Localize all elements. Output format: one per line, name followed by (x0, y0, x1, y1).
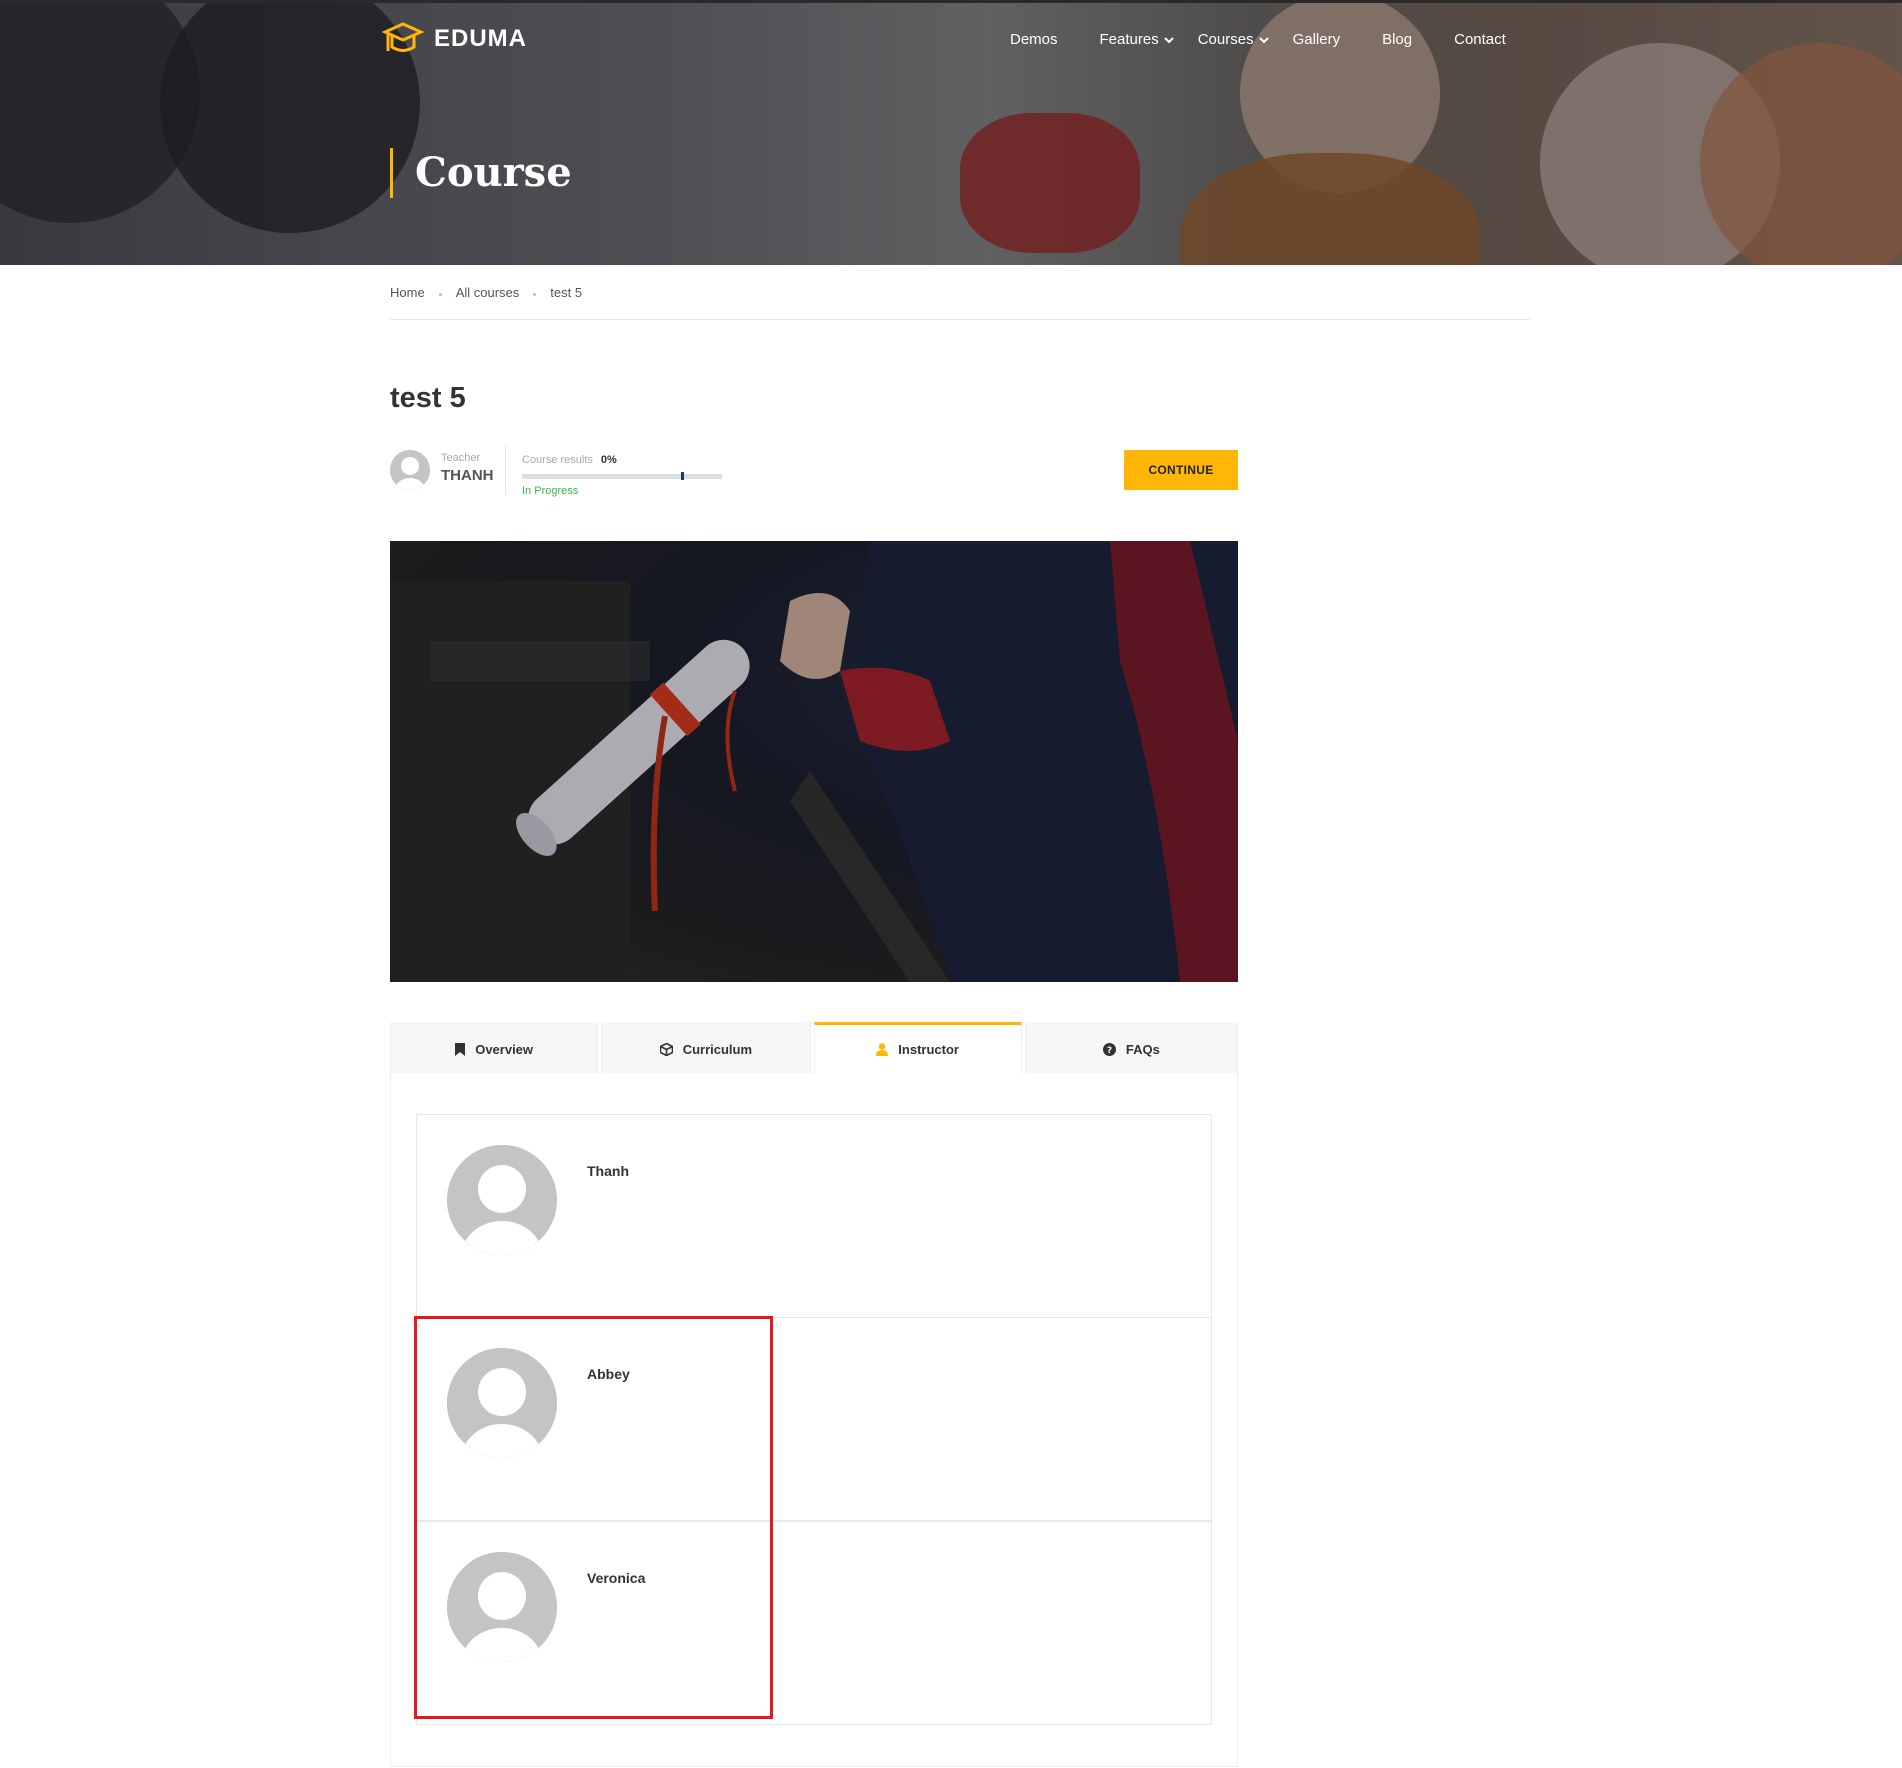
question-circle-icon: ? (1102, 1042, 1116, 1056)
tab-instructor[interactable]: Instructor (813, 1022, 1022, 1074)
progress-bar (522, 472, 722, 480)
breadcrumb-separator (438, 293, 442, 296)
tab-faqs[interactable]: ? FAQs (1024, 1022, 1238, 1074)
breadcrumb-separator (533, 293, 537, 296)
diploma-photo (390, 541, 1238, 982)
breadcrumb-current: test 5 (550, 285, 583, 300)
main-nav: Demos Features Courses Gallery Blog Cont… (1010, 31, 1548, 48)
nav-label: Features (1099, 31, 1159, 48)
user-icon (876, 1042, 889, 1056)
highlight-box (414, 1316, 773, 1719)
chevron-down-icon (1258, 36, 1269, 43)
hero-overlay (0, 3, 1902, 265)
course-tabs: Overview Curriculum Instructor ? FAQs (390, 1022, 1238, 1074)
nav-item-contact[interactable]: Contact (1454, 31, 1506, 48)
user-placeholder-icon (447, 1145, 557, 1255)
breadcrumb-all-courses[interactable]: All courses (456, 285, 520, 300)
teacher-name[interactable]: THANH (441, 467, 494, 484)
nav-label: Gallery (1292, 31, 1341, 48)
svg-text:?: ? (1107, 1046, 1112, 1056)
page-header-hero: EDUMA Demos Features Courses Gallery Blo… (0, 0, 1902, 265)
graduation-cap-icon (382, 22, 424, 52)
nav-label: Demos (1010, 31, 1058, 48)
course-teacher: Teacher THANH (390, 450, 494, 490)
tab-label: Curriculum (682, 1041, 753, 1057)
site-logo[interactable]: EDUMA (382, 21, 527, 57)
divider (505, 445, 506, 495)
nav-item-courses[interactable]: Courses (1198, 31, 1269, 48)
user-placeholder-icon (390, 450, 430, 490)
breadcrumb: Home All courses test 5 (390, 285, 582, 300)
passing-grade-marker (681, 472, 684, 480)
teacher-label: Teacher (441, 452, 481, 464)
tab-curriculum[interactable]: Curriculum (601, 1022, 811, 1074)
cube-icon (659, 1042, 673, 1056)
course-title: test 5 (390, 382, 466, 414)
results-value: 0% (600, 454, 617, 466)
breadcrumb-home[interactable]: Home (390, 285, 425, 300)
divider (390, 319, 1530, 320)
nav-label: Contact (1454, 31, 1506, 48)
logo-text: EDUMA (434, 25, 527, 52)
tab-label: Instructor (898, 1041, 959, 1057)
chevron-down-icon (1164, 36, 1174, 43)
tab-label: Overview (475, 1041, 534, 1057)
avatar[interactable] (447, 1145, 557, 1255)
nav-item-features[interactable]: Features (1100, 31, 1174, 48)
nav-label: Courses (1197, 31, 1254, 48)
page-title: Course (415, 149, 572, 196)
avatar[interactable] (390, 450, 430, 490)
tab-overview[interactable]: Overview (390, 1022, 599, 1074)
course-thumbnail (390, 541, 1238, 982)
status-text: In Progress (522, 485, 579, 497)
course-results: Course results 0% In Progress (522, 454, 722, 497)
title-accent-bar (390, 148, 393, 198)
nav-item-demos[interactable]: Demos (1010, 31, 1058, 48)
bookmark-icon (455, 1042, 466, 1056)
nav-item-gallery[interactable]: Gallery (1293, 31, 1341, 48)
nav-label: Blog (1382, 31, 1413, 48)
instructor-card: Thanh (416, 1114, 1212, 1318)
nav-item-blog[interactable]: Blog (1382, 31, 1412, 48)
tab-label: FAQs (1125, 1041, 1160, 1057)
continue-button[interactable]: CONTINUE (1124, 450, 1238, 490)
results-label: Course results (522, 454, 593, 466)
instructor-name[interactable]: Thanh (587, 1163, 629, 1179)
